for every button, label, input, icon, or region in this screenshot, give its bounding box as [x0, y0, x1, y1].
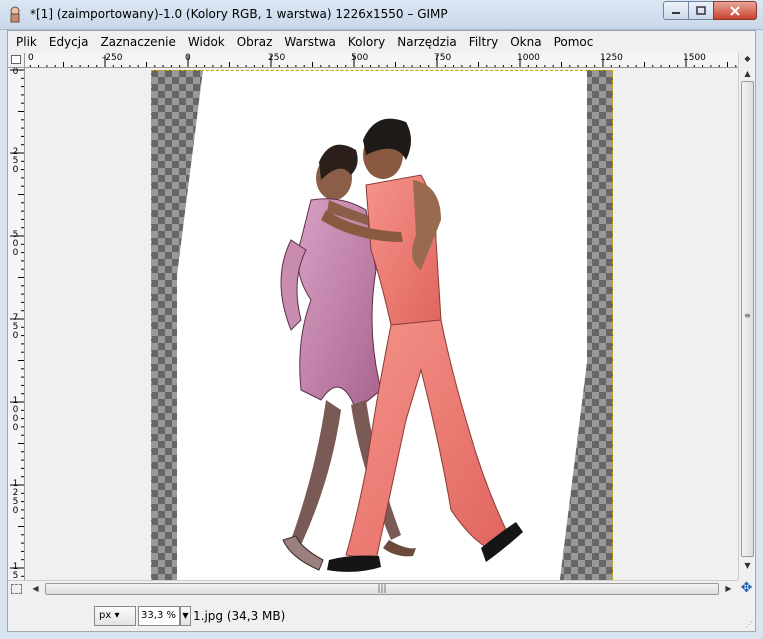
menu-bar: Plik Edycja Zaznaczenie Widok Obraz Warstwa Ko… — [8, 31, 755, 53]
maximize-icon — [696, 6, 706, 15]
ruler-label: 250 — [268, 53, 286, 63]
menu-pomoc[interactable]: Pomoc — [548, 31, 600, 53]
ruler-label: 750 — [434, 53, 452, 63]
maximize-button[interactable] — [688, 1, 714, 20]
window-controls — [663, 1, 757, 21]
menu-okna[interactable]: Okna — [504, 31, 547, 53]
canvas-area[interactable] — [25, 68, 738, 580]
close-icon — [730, 5, 740, 16]
ruler-label: 250 — [12, 147, 19, 175]
menu-widok[interactable]: Widok — [182, 31, 231, 53]
unit-select[interactable]: px ▾ — [94, 606, 136, 626]
ruler-label: 500 — [351, 53, 369, 63]
minimize-button[interactable] — [663, 1, 689, 20]
horizontal-scrollbar[interactable]: ◀ ||| ▶ — [25, 580, 738, 596]
menu-warstwa[interactable]: Warstwa — [278, 31, 342, 53]
menu-narzedzia[interactable]: Narzędzia — [391, 31, 463, 53]
quick-mask-button[interactable] — [8, 580, 25, 596]
title-bar: *[1] (zaimportowany)-1.0 (Kolory RGB, 1 … — [0, 0, 763, 30]
scroll-down-icon[interactable]: ▼ — [741, 560, 754, 572]
vertical-scroll-thumb[interactable]: ≡ — [741, 81, 754, 557]
quick-mask-icon — [11, 584, 22, 594]
menu-filtry[interactable]: Filtry — [463, 31, 504, 53]
ruler-label: 1250 — [12, 479, 19, 516]
ruler-label: 1500 — [683, 53, 706, 63]
unit-value: px — [99, 610, 112, 621]
menu-kolory[interactable]: Kolory — [342, 31, 391, 53]
vertical-ruler[interactable]: 0 250 500 750 1000 1250 15 — [8, 68, 25, 580]
dropdown-arrow-icon: ▾ — [114, 610, 120, 621]
grip-icon: ||| — [377, 584, 387, 594]
navigate-button[interactable]: ✥ — [738, 580, 755, 596]
scroll-up-icon[interactable]: ▲ — [741, 68, 754, 80]
ruler-label: 750 — [12, 313, 19, 341]
ruler-label: 1000 — [517, 53, 540, 63]
file-info: 1.jpg (34,3 MB) — [193, 609, 286, 623]
ruler-label: 0 — [185, 53, 191, 63]
grip-icon: ≡ — [744, 311, 751, 320]
window-title: *[1] (zaimportowany)-1.0 (Kolory RGB, 1 … — [30, 7, 448, 21]
menu-obraz[interactable]: Obraz — [231, 31, 279, 53]
image-canvas[interactable] — [151, 70, 613, 580]
navigate-icon: ✥ — [740, 580, 753, 596]
ruler-label: 0 — [28, 53, 34, 63]
scroll-right-icon[interactable]: ▶ — [722, 583, 735, 595]
horizontal-scroll-thumb[interactable]: ||| — [45, 583, 719, 595]
menu-plik[interactable]: Plik — [10, 31, 43, 53]
ruler-label: 0 — [12, 68, 19, 77]
zoom-to-fit-icon[interactable]: ◆ — [741, 53, 754, 65]
ruler-label: 1250 — [600, 53, 623, 63]
menu-edycja[interactable]: Edycja — [43, 31, 95, 53]
resize-grip-icon[interactable]: ⋰ — [745, 620, 753, 629]
menu-arrow-icon — [11, 55, 21, 64]
chevron-down-icon: ▼ — [182, 611, 189, 620]
close-button[interactable] — [713, 1, 757, 20]
scroll-left-icon[interactable]: ◀ — [29, 583, 42, 595]
horizontal-ruler[interactable]: 0 -250 0 250 500 750 1000 1250 1500 — [25, 53, 738, 68]
menu-arrow-button[interactable] — [8, 53, 25, 68]
menu-zaznaczenie[interactable]: Zaznaczenie — [94, 31, 181, 53]
vertical-scrollbar[interactable]: ▲ ≡ ▼ ◆ — [738, 53, 755, 580]
zoom-value: 33,3 % — [141, 610, 176, 621]
ruler-label: 500 — [12, 230, 19, 258]
image-window: Plik Edycja Zaznaczenie Widok Obraz Warstwa Ko… — [7, 30, 756, 632]
ruler-label: 1000 — [12, 396, 19, 433]
minimize-icon — [672, 11, 680, 14]
zoom-input[interactable]: 33,3 % — [138, 606, 180, 626]
ruler-label: -250 — [102, 53, 123, 63]
window-frame: Plik Edycja Zaznaczenie Widok Obraz Warstwa Ko… — [0, 30, 763, 639]
zoom-dropdown-button[interactable]: ▼ — [180, 606, 191, 626]
ruler-label: 15 — [12, 562, 19, 581]
status-bar: px ▾ 33,3 % ▼ 1.jpg (34,3 MB) ⋰ — [8, 596, 755, 631]
gimp-icon — [10, 6, 20, 23]
